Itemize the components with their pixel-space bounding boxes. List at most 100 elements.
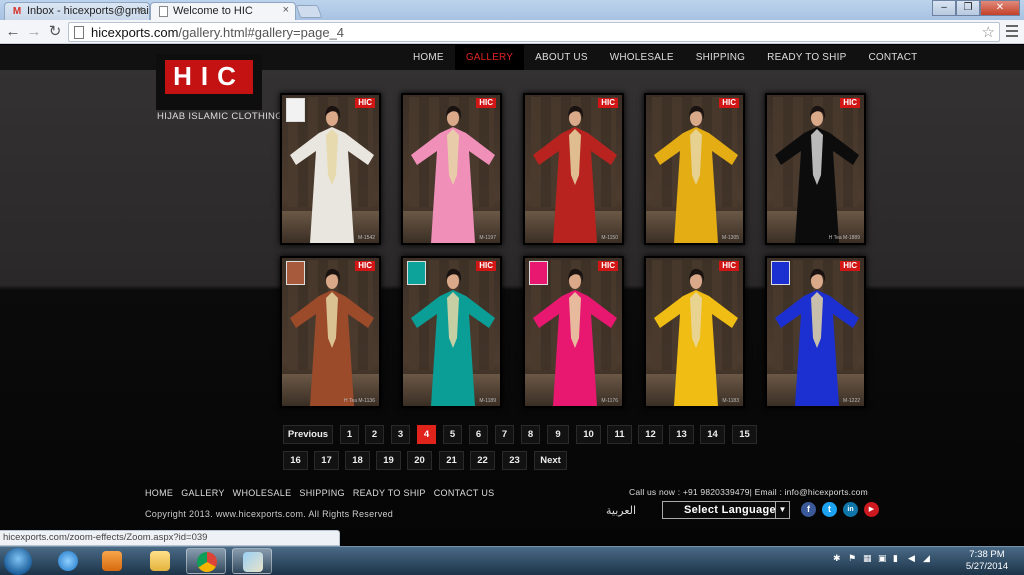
tab-strip: M Inbox - hicexports@gmai × Welcome to H… — [0, 0, 1024, 20]
page-20-button[interactable]: 20 — [407, 451, 432, 470]
gallery-item[interactable]: HIC M-1222 — [765, 256, 866, 408]
nav-wholesale[interactable]: WHOLESALE — [599, 45, 685, 70]
tab-hic[interactable]: Welcome to HIC × — [150, 2, 296, 20]
page-21-button[interactable]: 21 — [439, 451, 464, 470]
minimize-icon[interactable]: – — [932, 0, 956, 16]
twitter-icon[interactable]: t — [822, 502, 837, 517]
page-4-button[interactable]: 4 — [417, 425, 436, 444]
product-code: M-1542 — [358, 235, 375, 241]
page-7-button[interactable]: 7 — [495, 425, 514, 444]
page-14-button[interactable]: 14 — [700, 425, 725, 444]
page-12-button[interactable]: 12 — [638, 425, 663, 444]
previous-page-button[interactable]: Previous — [283, 425, 333, 444]
back-icon[interactable]: ← — [4, 23, 22, 41]
gallery-item[interactable]: HIC M-1176 — [523, 256, 624, 408]
taskbar-chrome-button[interactable] — [186, 548, 226, 574]
product-code: H Tea M-1136 — [344, 398, 375, 404]
close-window-icon[interactable]: ✕ — [980, 0, 1020, 16]
main-nav: HOME GALLERY ABOUT US WHOLESALE SHIPPING… — [402, 45, 928, 70]
page-2-button[interactable]: 2 — [365, 425, 384, 444]
page-1-button[interactable]: 1 — [340, 425, 359, 444]
new-tab-button[interactable] — [295, 5, 323, 18]
page-10-button[interactable]: 10 — [576, 425, 601, 444]
flag-icon[interactable]: ⚑ — [848, 553, 859, 565]
site-logo[interactable]: HIC — [156, 54, 262, 110]
paint-icon — [243, 552, 263, 572]
taskbar-ie-button[interactable] — [48, 548, 88, 574]
nav-shipping[interactable]: SHIPPING — [685, 45, 756, 70]
nav-about-us[interactable]: ABOUT US — [524, 45, 599, 70]
page-13-button[interactable]: 13 — [669, 425, 694, 444]
gallery-item[interactable]: HIC M-1189 — [401, 256, 502, 408]
network-icon[interactable]: ▦ — [863, 553, 874, 565]
bluetooth-icon[interactable]: ✱ — [833, 553, 844, 565]
page-17-button[interactable]: 17 — [314, 451, 339, 470]
taskbar-paint-button[interactable] — [232, 548, 272, 574]
hic-badge: HIC — [719, 261, 739, 271]
restore-icon[interactable]: ❐ — [956, 0, 980, 16]
page-5-button[interactable]: 5 — [443, 425, 462, 444]
gallery-item[interactable]: HIC H Tea M-1889 — [765, 93, 866, 245]
footer-link-shipping[interactable]: SHIPPING — [299, 488, 344, 498]
nav-ready-to-ship[interactable]: READY TO SHIP — [756, 45, 857, 70]
linkedin-icon[interactable]: in — [843, 502, 858, 517]
gallery-item[interactable]: HIC M-1197 — [401, 93, 502, 245]
arabic-language-link[interactable]: العربية — [606, 504, 636, 517]
page-19-button[interactable]: 19 — [376, 451, 401, 470]
chevron-down-icon: ▼ — [775, 502, 789, 518]
hic-badge: HIC — [355, 98, 375, 108]
taskbar-media-player-button[interactable] — [92, 548, 132, 574]
battery-icon[interactable]: ▮ — [893, 553, 904, 565]
clock-date: 5/27/2014 — [965, 561, 1009, 572]
page-8-button[interactable]: 8 — [521, 425, 540, 444]
media-player-icon — [102, 551, 122, 571]
page-11-button[interactable]: 11 — [607, 425, 632, 444]
footer-link-wholesale[interactable]: WHOLESALE — [233, 488, 292, 498]
page-16-button[interactable]: 16 — [283, 451, 308, 470]
gallery-item[interactable]: HIC H Tea M-1136 — [280, 256, 381, 408]
footer-link-contact-us[interactable]: CONTACT US — [434, 488, 495, 498]
footer-link-gallery[interactable]: GALLERY — [181, 488, 224, 498]
nav-gallery[interactable]: GALLERY — [454, 45, 525, 70]
nav-home[interactable]: HOME — [402, 45, 455, 70]
page-15-button[interactable]: 15 — [732, 425, 757, 444]
next-page-button[interactable]: Next — [534, 451, 567, 470]
footer-link-home[interactable]: HOME — [145, 488, 173, 498]
hic-badge: HIC — [719, 98, 739, 108]
close-tab-icon[interactable]: × — [283, 4, 289, 16]
gallery-item[interactable]: HIC M-1542 — [280, 93, 381, 245]
chrome-menu-icon[interactable] — [1006, 25, 1018, 40]
bookmark-star-icon[interactable]: ☆ — [982, 23, 995, 41]
volume-icon[interactable]: ◀ — [908, 553, 919, 565]
youtube-icon[interactable]: ▶ — [864, 502, 879, 517]
taskbar-clock[interactable]: 7:38 PM 5/27/2014 — [962, 549, 1012, 573]
forward-icon[interactable]: → — [25, 23, 43, 41]
page-18-button[interactable]: 18 — [345, 451, 370, 470]
tab-gmail[interactable]: M Inbox - hicexports@gmai × — [4, 2, 150, 20]
nav-contact[interactable]: CONTACT — [857, 45, 928, 70]
gallery-item[interactable]: HIC M-1183 — [644, 256, 745, 408]
device-icon[interactable]: ▣ — [878, 553, 889, 565]
address-bar[interactable]: hicexports.com/gallery.html#gallery=page… — [68, 22, 1000, 42]
gallery-item[interactable]: HIC M-1150 — [523, 93, 624, 245]
internet-explorer-icon — [58, 551, 78, 571]
taskbar-explorer-button[interactable] — [140, 548, 180, 574]
page-3-button[interactable]: 3 — [391, 425, 410, 444]
page-22-button[interactable]: 22 — [470, 451, 495, 470]
close-tab-icon[interactable]: × — [137, 4, 143, 16]
page-9-button[interactable]: 9 — [547, 425, 569, 444]
product-code: M-1150 — [601, 235, 618, 241]
signal-icon[interactable]: ◢ — [923, 553, 934, 565]
hic-badge: HIC — [476, 261, 496, 271]
page-23-button[interactable]: 23 — [502, 451, 527, 470]
start-button-icon[interactable] — [4, 548, 32, 575]
footer-link-ready-to-ship[interactable]: READY TO SHIP — [353, 488, 426, 498]
facebook-icon[interactable]: f — [801, 502, 816, 517]
product-code: H Tea M-1889 — [828, 235, 860, 241]
folder-icon — [150, 551, 170, 571]
gallery-item[interactable]: HIC M-1305 — [644, 93, 745, 245]
reload-icon[interactable]: ↻ — [46, 23, 64, 41]
tab-title: Inbox - hicexports@gmai — [27, 5, 149, 17]
page-6-button[interactable]: 6 — [469, 425, 488, 444]
language-select[interactable]: Select Language ▼ — [662, 501, 790, 519]
